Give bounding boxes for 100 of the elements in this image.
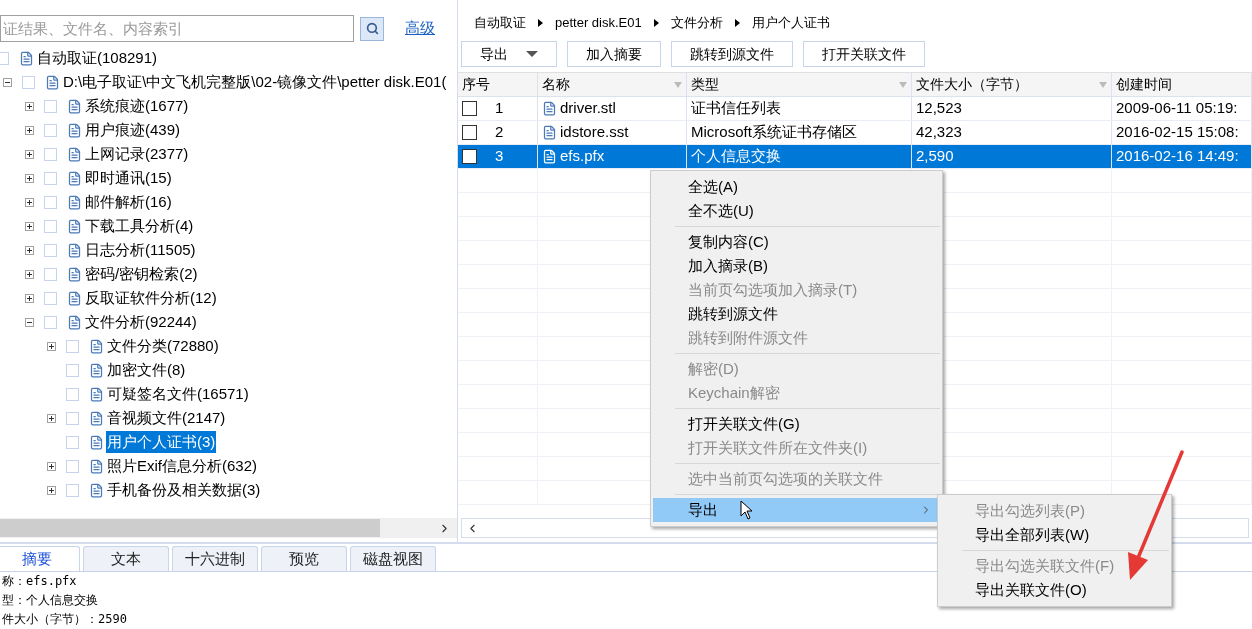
column-header[interactable]: 文件大小（字节） — [912, 73, 1112, 96]
search-button[interactable] — [360, 16, 384, 41]
tree-item[interactable]: 文件分类(72880) — [106, 334, 220, 358]
filter-icon[interactable] — [1099, 81, 1107, 88]
menu-item[interactable]: 导出关联文件(O) — [940, 578, 1169, 602]
tab[interactable]: 磁盘视图 — [350, 546, 436, 571]
tree-item[interactable]: 文件分析(92244) — [84, 310, 198, 334]
breadcrumb-separator-icon — [734, 19, 740, 27]
document-icon — [67, 242, 82, 258]
document-icon — [89, 410, 104, 426]
menu-item[interactable]: 复制内容(C) — [653, 230, 940, 254]
checkbox[interactable] — [462, 149, 477, 164]
tree-item[interactable]: 用户痕迹(439) — [84, 118, 182, 142]
tree-item[interactable]: 密码/密钥检索(2) — [84, 262, 199, 286]
column-header[interactable]: 序号 — [458, 73, 538, 96]
filter-icon[interactable] — [899, 81, 907, 88]
collapse-toggle[interactable] — [25, 317, 34, 327]
filter-icon[interactable] — [674, 81, 682, 88]
expand-toggle[interactable] — [25, 125, 34, 135]
tree-item[interactable]: 手机备份及相关数据(3) — [106, 478, 262, 502]
column-header[interactable]: 创建时间 — [1112, 73, 1252, 96]
column-header[interactable]: 名称 — [538, 73, 687, 96]
scrollbar-thumb[interactable] — [0, 519, 380, 537]
breadcrumb-item[interactable]: 自动取证 — [474, 13, 526, 33]
tab[interactable]: 预览 — [261, 546, 347, 571]
expand-toggle[interactable] — [47, 341, 56, 351]
tab[interactable]: 十六进制 — [172, 546, 258, 571]
table-row[interactable]: 3 efs.pfx 个人信息交换 2,590 2016-02-16 14:49: — [458, 145, 1252, 169]
tree-item[interactable]: 反取证软件分析(12) — [84, 286, 218, 310]
expand-toggle[interactable] — [25, 197, 34, 207]
menu-item[interactable]: 跳转到源文件 — [653, 302, 940, 326]
expand-toggle[interactable] — [25, 173, 34, 183]
expand-toggle[interactable] — [25, 293, 34, 303]
collapse-toggle[interactable] — [3, 77, 12, 87]
table-cell-text: 2016-02-15 15:08: — [1116, 122, 1239, 143]
dropdown-caret-icon — [526, 51, 538, 57]
breadcrumb-separator-icon — [538, 19, 543, 27]
expand-toggle[interactable] — [25, 221, 34, 231]
menu-item[interactable]: 导出 — [653, 498, 940, 522]
tree-item[interactable]: 邮件解析(16) — [84, 190, 173, 214]
tree-item[interactable]: 下载工具分析(4) — [84, 214, 195, 238]
table-cell-text: driver.stl — [560, 98, 616, 119]
menu-item[interactable]: 导出全部列表(W) — [940, 523, 1169, 547]
table-cell-text: 2,590 — [916, 146, 954, 167]
expand-toggle[interactable] — [25, 101, 34, 111]
tree-item[interactable]: 即时通讯(15) — [84, 166, 173, 190]
breadcrumb-item[interactable]: petter disk.E01 — [555, 13, 642, 33]
column-header[interactable]: 类型 — [687, 73, 912, 96]
toolbar-button[interactable]: 跳转到源文件 — [671, 41, 793, 67]
mouse-cursor-icon — [740, 500, 753, 520]
tree-item[interactable]: 日志分析(11505) — [84, 238, 197, 262]
checkbox[interactable] — [462, 101, 477, 116]
expand-toggle[interactable] — [47, 461, 56, 471]
table-row[interactable]: 1 driver.stl 证书信任列表 12,523 2009-06-11 05:19: — [458, 97, 1252, 121]
document-icon — [67, 98, 82, 114]
toolbar-button[interactable]: 打开关联文件 — [803, 41, 925, 67]
table-cell-text: 2016-02-16 14:49: — [1116, 146, 1239, 167]
tab[interactable]: 摘要 — [0, 546, 80, 571]
horizontal-scrollbar[interactable] — [0, 518, 457, 538]
checkbox[interactable] — [462, 125, 477, 140]
table-cell-text: 12,523 — [916, 98, 962, 119]
menu-item[interactable]: 加入摘录(B) — [653, 254, 940, 278]
tree-item[interactable]: 上网记录(2377) — [84, 142, 190, 166]
search-icon — [365, 22, 379, 35]
table-cell-text: 1 — [495, 98, 504, 119]
breadcrumb-item[interactable]: 用户个人证书 — [751, 13, 830, 33]
document-icon — [19, 50, 34, 66]
tree-item[interactable]: 照片Exif信息分析(632) — [106, 454, 259, 478]
document-icon — [89, 386, 104, 402]
tab[interactable]: 文本 — [83, 546, 169, 571]
expand-toggle[interactable] — [25, 149, 34, 159]
menu-item[interactable]: 打开关联文件(G) — [653, 412, 940, 436]
tree-item[interactable]: 可疑签名文件(16571) — [106, 382, 250, 406]
summary-line: 件大小（字节）：2590 — [2, 611, 127, 628]
breadcrumb-separator-icon — [653, 19, 659, 27]
tree-item[interactable]: 自动取证(108291) — [36, 46, 159, 70]
document-icon — [89, 458, 104, 474]
menu-item[interactable]: 全不选(U) — [653, 199, 940, 223]
summary-line: 称：efs.pfx — [2, 573, 77, 590]
tree-item[interactable]: 用户个人证书(3) — [106, 430, 217, 454]
toolbar-button[interactable]: 加入摘要 — [567, 41, 661, 67]
expand-toggle[interactable] — [47, 413, 56, 423]
tree-item[interactable]: 系统痕迹(1677) — [84, 94, 190, 118]
file-icon — [542, 125, 557, 140]
tree-item[interactable]: D:\电子取证\中文飞机完整版\02-镜像文件\petter disk.E01( — [62, 70, 448, 94]
tree-item[interactable]: 加密文件(8) — [106, 358, 187, 382]
expand-toggle[interactable] — [25, 269, 34, 279]
search-field[interactable]: 证结果、文件名、内容索引 — [0, 15, 354, 42]
table-cell-text: 3 — [495, 146, 504, 167]
document-icon — [67, 290, 82, 306]
expand-toggle[interactable] — [25, 245, 34, 255]
table-cell-text: 42,323 — [916, 122, 962, 143]
expand-toggle[interactable] — [47, 485, 56, 495]
advanced-link[interactable]: 高级 — [405, 17, 435, 40]
breadcrumb-item[interactable]: 文件分析 — [670, 13, 723, 33]
document-icon — [45, 74, 60, 90]
tree-item[interactable]: 音视频文件(2147) — [106, 406, 227, 430]
export-dropdown[interactable]: 导出 — [461, 41, 557, 67]
menu-item[interactable]: 全选(A) — [653, 175, 940, 199]
document-icon — [67, 314, 82, 330]
